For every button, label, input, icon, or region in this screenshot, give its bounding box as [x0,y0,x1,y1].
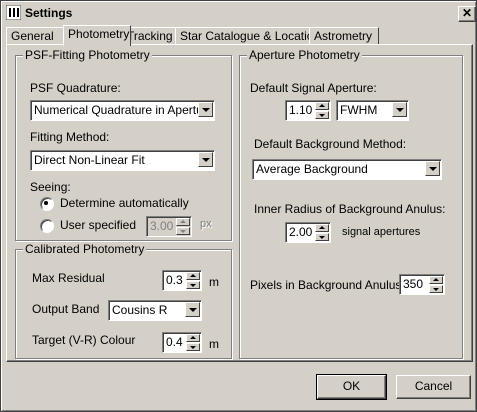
signal-aperture-value: 1.10 [289,103,313,117]
spin-down-icon[interactable] [176,227,190,235]
seeing-unit: px [200,218,212,230]
fitting-method-value: Direct Non-Linear Fit [34,153,145,167]
ok-button[interactable]: OK [316,374,387,400]
spin-up-icon[interactable] [176,218,190,226]
target-colour-value: 0.4 [166,335,183,349]
background-method-value: Average Background [256,162,368,176]
spin-down-icon[interactable] [429,285,443,293]
signal-aperture-stepper[interactable]: 1.10 [285,100,331,121]
max-residual-unit: m [209,275,219,289]
spin-down-icon[interactable] [186,281,200,289]
spin-up-icon[interactable] [429,276,443,284]
seeing-auto-radio[interactable] [40,197,54,211]
inner-radius-stepper[interactable]: 2.00 [285,222,331,243]
photometry-panel: PSF-Fitting Photometry PSF Quadrature: N… [6,44,473,362]
seeing-user-radio[interactable] [40,219,54,233]
signal-aperture-unit-select[interactable]: FWHM [336,100,409,121]
inner-radius-unit: signal apertures [342,226,421,238]
spin-down-icon[interactable] [315,233,329,241]
max-residual-label: Max Residual [32,271,105,285]
chevron-down-icon[interactable] [185,302,200,317]
background-method-select[interactable]: Average Background [252,159,442,180]
spin-up-icon[interactable] [315,224,329,232]
spin-up-icon[interactable] [315,102,329,110]
output-band-value: Cousins R [112,303,168,317]
max-residual-stepper[interactable]: 0.3 [162,270,202,291]
target-colour-unit: m [209,337,219,351]
chevron-down-icon[interactable] [392,102,407,117]
fitting-method-label: Fitting Method: [30,130,110,144]
inner-radius-label: Inner Radius of Background Anulus: [254,202,446,216]
signal-aperture-unit-value: FWHM [340,103,378,117]
tab-astrometry[interactable]: Astrometry [309,27,379,45]
seeing-label: Seeing: [30,180,71,194]
seeing-auto-label: Determine automatically [60,196,189,210]
signal-aperture-label: Default Signal Aperture: [250,81,377,95]
fitting-method-select[interactable]: Direct Non-Linear Fit [30,150,215,171]
chevron-down-icon[interactable] [198,102,213,117]
seeing-value-stepper[interactable]: 3.00 [146,216,192,237]
psf-quadrature-select[interactable]: Numerical Quadrature in Aperture [30,100,215,121]
calibrated-photometry-group: Calibrated Photometry Max Residual 0.3 m… [15,242,232,359]
settings-window: Settings ✕ General Photometry Tracking S… [0,0,477,412]
app-icon [6,5,21,20]
chevron-down-icon[interactable] [425,161,440,176]
output-band-label: Output Band [32,302,100,316]
psf-group-title: PSF-Fitting Photometry [23,48,152,62]
spin-up-icon[interactable] [186,272,200,280]
window-title: Settings [25,6,73,20]
tab-star-catalogue-location[interactable]: Star Catalogue & Location [175,27,320,45]
psf-quadrature-value: Numerical Quadrature in Aperture [34,103,214,117]
close-icon[interactable]: ✕ [458,6,476,22]
pixels-in-anulus-stepper[interactable]: 350 [399,274,445,295]
radio-selected-dot [44,201,48,205]
inner-radius-value: 2.00 [289,225,313,239]
psf-fitting-group: PSF-Fitting Photometry PSF Quadrature: N… [15,48,232,241]
seeing-value: 3.00 [150,219,174,233]
target-colour-label: Target (V-R) Colour [32,333,136,347]
calibrated-group-title: Calibrated Photometry [23,242,147,256]
max-residual-value: 0.3 [166,273,183,287]
seeing-user-label: User specified [60,218,137,232]
target-colour-stepper[interactable]: 0.4 [162,332,202,353]
spin-up-icon[interactable] [186,334,200,342]
title-bar: Settings ✕ [4,4,476,22]
cancel-button[interactable]: Cancel [396,375,471,399]
spin-down-icon[interactable] [315,111,329,119]
spin-down-icon[interactable] [186,343,200,351]
aperture-photometry-group: Aperture Photometry Default Signal Apert… [239,48,463,359]
output-band-select[interactable]: Cousins R [108,300,202,321]
psf-quadrature-label: PSF Quadrature: [30,81,121,95]
aperture-group-title: Aperture Photometry [247,48,362,62]
pixels-in-anulus-value: 350 [403,277,424,291]
pixels-in-anulus-label: Pixels in Background Anulus: [250,278,405,292]
chevron-down-icon[interactable] [198,152,213,167]
background-method-label: Default Background Method: [254,137,407,151]
tab-photometry[interactable]: Photometry [63,25,131,46]
